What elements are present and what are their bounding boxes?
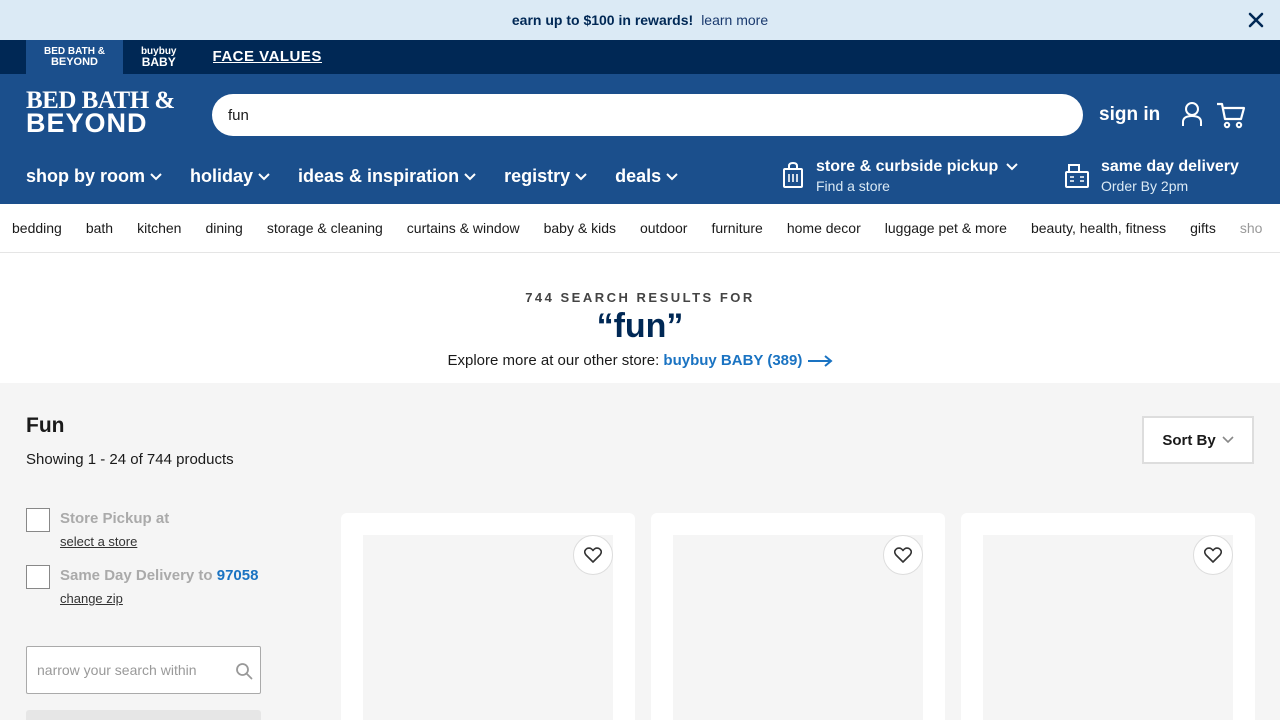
results-count: 744 SEARCH RESULTS FOR [525,290,755,305]
category-kitchen[interactable]: kitchen [137,220,181,236]
narrow-search-input[interactable] [37,662,227,678]
nav-ideas-inspiration[interactable]: ideas & inspiration [298,166,476,187]
cart-icon[interactable] [1216,101,1246,129]
nav-holiday[interactable]: holiday [190,166,270,187]
search-results-header: 744 SEARCH RESULTS FOR “fun” Explore mor… [0,253,1280,383]
nav-registry[interactable]: registry [504,166,587,187]
buybuy-baby-link[interactable]: buybuy BABY (389) [663,352,833,369]
brand-switcher: BED BATH & BEYOND buybuy BABY FACE VALUES [0,40,1280,74]
promo-text: earn up to $100 in rewards! [511,12,694,28]
brand-baby-line2: BABY [141,55,176,69]
search-term: “fun” [596,307,684,345]
delivery-box-icon [1065,164,1089,188]
category-luggage-pet[interactable]: luggage pet & more [885,220,1007,236]
main-nav: shop by room holiday ideas & inspiration… [26,166,706,187]
same-day-delivery-filter: Same Day Delivery to 97058 change zip [26,565,258,606]
arrow-right-icon [807,355,833,367]
showing-count: Showing 1 - 24 of 744 products [26,451,234,468]
store-pickup-selector[interactable]: store & curbside pickup Find a store [782,158,1018,194]
store-pickup-checkbox[interactable] [26,508,50,532]
filter-section-header[interactable] [26,710,261,720]
find-a-store-link[interactable]: Find a store [816,178,1018,194]
same-day-delivery-checkbox[interactable] [26,565,50,589]
nav-label: registry [504,166,571,186]
promo-banner: earn up to $100 in rewards! learn more [0,0,1280,40]
favorite-heart-icon[interactable] [1193,535,1233,575]
nav-label: ideas & inspiration [298,166,460,186]
category-baby-kids[interactable]: baby & kids [544,220,616,236]
category-shop-more[interactable]: sho [1240,220,1263,236]
page-title: Fun [26,414,65,437]
store-bag-icon [783,162,803,188]
chevron-down-icon [1222,436,1234,444]
sort-by-dropdown[interactable]: Sort By [1142,416,1254,464]
chevron-down-icon [666,172,678,180]
same-day-delivery[interactable]: same day delivery Order By 2pm [1064,158,1239,194]
site-header: BED BATH & BEYOND sign in shop by room h… [0,74,1280,204]
search-icon[interactable] [235,662,253,680]
user-icon[interactable] [1181,101,1203,127]
nav-label: deals [615,166,662,186]
category-home-decor[interactable]: home decor [787,220,861,236]
category-bedding[interactable]: bedding [12,220,62,236]
category-outdoor[interactable]: outdoor [640,220,687,236]
same-day-delivery-label: Same Day Delivery to 97058 [60,567,258,584]
favorite-heart-icon[interactable] [883,535,923,575]
site-logo[interactable]: BED BATH & BEYOND [26,88,180,140]
delivery-subtitle: Order By 2pm [1101,178,1189,194]
delivery-title: same day delivery [1101,158,1239,175]
explore-text: Explore more at our other store: [447,352,660,369]
store-pickup-label: Store Pickup at [60,510,170,527]
logo-line2: BEYOND [26,108,148,138]
search-input[interactable] [228,106,1083,124]
brand-face-values-label: FACE VALUES [212,47,322,65]
category-beauty-health[interactable]: beauty, health, fitness [1031,220,1166,236]
product-card[interactable] [651,513,945,720]
brand-tab-bed-bath-beyond[interactable]: BED BATH & BEYOND [26,40,123,74]
category-bath[interactable]: bath [86,220,113,236]
chevron-down-icon [258,172,270,180]
category-dining[interactable]: dining [205,220,242,236]
select-store-link[interactable]: select a store [60,534,169,549]
sort-by-label: Sort By [1162,431,1216,449]
change-zip-link[interactable]: change zip [60,591,258,606]
explore-other-store: Explore more at our other store: buybuy … [0,352,1280,369]
promo-learn-more-link[interactable]: learn more [701,12,768,28]
narrow-search [26,646,261,694]
delivery-filter-text: Same Day Delivery to [60,567,213,584]
chevron-down-icon [150,172,162,180]
buybuy-baby-link-label: buybuy BABY (389) [663,352,803,369]
delivery-zip[interactable]: 97058 [217,567,259,584]
category-storage-cleaning[interactable]: storage & cleaning [267,220,383,236]
close-icon[interactable] [1244,8,1268,32]
search-bar[interactable] [212,94,1083,136]
nav-shop-by-room[interactable]: shop by room [26,166,162,187]
nav-deals[interactable]: deals [615,166,678,187]
nav-label: shop by room [26,166,146,186]
brand-tab-face-values[interactable]: FACE VALUES [195,40,340,74]
favorite-heart-icon[interactable] [573,535,613,575]
chevron-down-icon [464,172,476,180]
category-bar: bedding bath kitchen dining storage & cl… [0,204,1280,253]
brand-tab-buybuy-baby[interactable]: buybuy BABY [123,40,195,74]
chevron-down-icon [575,172,587,180]
brand-bbb-line2: BEYOND [50,56,98,68]
sign-in-link[interactable]: sign in [1099,104,1160,126]
pickup-title: store & curbside pickup [816,158,999,175]
store-pickup-filter: Store Pickup at select a store [26,508,170,549]
nav-label: holiday [190,166,254,186]
category-curtains-window[interactable]: curtains & window [407,220,520,236]
chevron-down-icon [1006,163,1018,171]
product-card[interactable] [961,513,1255,720]
product-card[interactable] [341,513,635,720]
category-furniture[interactable]: furniture [711,220,762,236]
category-gifts[interactable]: gifts [1190,220,1216,236]
